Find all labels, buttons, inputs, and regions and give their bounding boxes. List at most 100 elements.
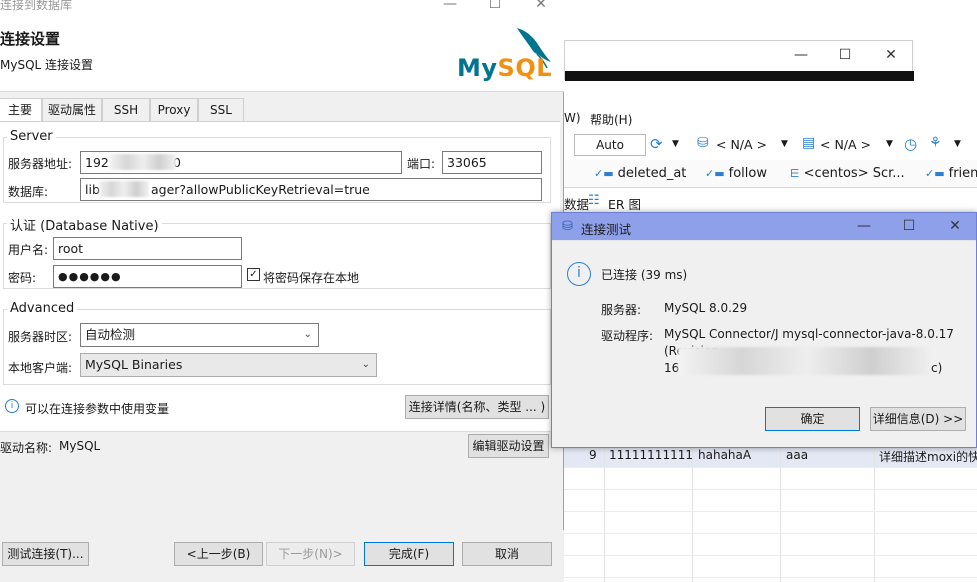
save-password-checkbox[interactable]: ✓: [247, 268, 260, 281]
server-group-title: Server: [7, 129, 56, 144]
mysql-wordmark: MySQL: [457, 54, 553, 82]
password-label: 密码:: [8, 271, 37, 285]
transaction-mode-select[interactable]: Auto: [574, 134, 646, 156]
port-label: 端口:: [407, 157, 436, 171]
redacted-region: [678, 347, 936, 375]
back-button[interactable]: <上一步(B): [174, 542, 263, 566]
tab-data[interactable]: 数据: [564, 194, 589, 213]
connect-database-dialog: 连接到数据库 — ☐ ✕ 连接设置 MySQL 连接设置 MySQL 主要 驱动…: [0, 0, 564, 582]
chevron-down-icon: ⌄: [303, 329, 312, 340]
redacted-region: [110, 154, 176, 170]
tab-proxy[interactable]: Proxy: [150, 98, 198, 121]
database-label: 数据库:: [8, 185, 49, 199]
ok-button[interactable]: 确定: [765, 407, 860, 431]
driver-line-1: MySQL Connector/J mysql-connector-java-8…: [664, 327, 954, 341]
dashboard-icon[interactable]: ◷: [904, 135, 917, 153]
grid-line: [564, 555, 977, 556]
column-header[interactable]: ⋿ <centos> Scr...: [790, 165, 905, 183]
toolbar: Auto ⟳ ▼ ⛁ < N/A > ▼ ▤ < N/A > ▼ ◷ ⚘ ▼: [564, 131, 977, 159]
dark-strip: [565, 71, 914, 81]
column-header[interactable]: ✓▬ deleted_at: [594, 165, 686, 183]
edit-driver-button[interactable]: 编辑驱动设置: [468, 434, 549, 458]
tab-er-diagram[interactable]: ER 图: [608, 194, 641, 213]
driver-label: 驱动程序:: [601, 329, 654, 343]
server-label: 服务器:: [601, 303, 642, 317]
timezone-value: 自动检测: [85, 327, 136, 342]
close-icon[interactable]: ✕: [881, 45, 901, 65]
column-header[interactable]: ✓▬ follow: [705, 165, 767, 183]
tab-ssh[interactable]: SSH: [102, 98, 150, 121]
host-value: 192: [85, 155, 109, 170]
maximize-icon[interactable]: ☐: [485, 0, 505, 14]
finish-button[interactable]: 完成(F): [364, 542, 454, 566]
table-cell[interactable]: 详细描述moxi的快: [879, 448, 977, 465]
info-icon: i: [5, 399, 19, 413]
local-client-label: 本地客户端:: [8, 361, 73, 375]
datasource-select[interactable]: < N/A >: [716, 137, 767, 152]
maximize-icon[interactable]: ☐: [899, 216, 919, 236]
mysql-logo: MySQL: [455, 24, 555, 84]
chevron-down-icon[interactable]: ▼: [954, 139, 961, 149]
grid-line: [564, 511, 977, 512]
driver-name-label: 驱动名称:: [0, 441, 53, 455]
minimize-icon[interactable]: —: [791, 45, 811, 65]
test-connection-button[interactable]: 测试连接(T)...: [2, 542, 89, 566]
menu-item-window[interactable]: W): [564, 111, 581, 125]
chevron-down-icon[interactable]: ▼: [886, 139, 893, 149]
menu-bar: W) 帮助(H): [564, 108, 977, 128]
table-cell[interactable]: aaa: [786, 448, 808, 462]
network-icon[interactable]: ⚘: [929, 135, 942, 151]
tab-ssl[interactable]: SSL: [198, 98, 244, 121]
grid-line: [604, 445, 605, 582]
column-header[interactable]: ✓▬friend: [925, 165, 977, 183]
background-secondary-window: — ☐ ✕: [564, 40, 914, 81]
close-icon[interactable]: ✕: [531, 0, 551, 14]
next-button[interactable]: 下一步(N)>: [266, 542, 355, 566]
password-input[interactable]: ●●●●●●: [53, 265, 242, 288]
history-icon[interactable]: ⟳: [650, 135, 663, 153]
redacted-region: [99, 181, 149, 197]
driver-line-3: 16: [664, 361, 680, 375]
database-input[interactable]: lib ager?allowPublicKeyRetrieval=true: [80, 178, 542, 201]
timezone-select[interactable]: 自动检测 ⌄: [80, 323, 319, 347]
tab-driver-properties[interactable]: 驱动属性: [42, 98, 102, 121]
auth-group-title: 认证 (Database Native): [7, 215, 162, 234]
maximize-icon[interactable]: ☐: [835, 45, 855, 65]
dialog-titlebar: 连接到数据库 — ☐ ✕: [0, 0, 564, 14]
table-cell[interactable]: 11111111111: [609, 448, 693, 462]
local-client-select[interactable]: MySQL Binaries ⌄: [80, 353, 377, 377]
details-button[interactable]: 详细信息(D) >>: [870, 407, 966, 431]
column-icon: ✓▬: [594, 167, 614, 180]
chevron-down-icon[interactable]: ▼: [781, 139, 788, 149]
driver-line-3-tail: c): [931, 361, 943, 375]
grid-line: [564, 489, 977, 490]
database-icon: ⛁: [697, 135, 709, 151]
row-number: 9: [589, 448, 597, 462]
close-icon[interactable]: ✕: [945, 216, 965, 236]
window-title: 连接到数据库: [0, 0, 73, 12]
column-icon: ⋿: [790, 167, 800, 180]
info-icon: i: [567, 262, 591, 286]
result-grid: 9 11111111111 hahahaA aaa 详细描述moxi的快: [564, 445, 977, 582]
port-input[interactable]: 33065: [442, 151, 542, 174]
menu-item-help[interactable]: 帮助(H): [590, 111, 632, 128]
connection-details-button[interactable]: 连接详情(名称、类型 ... ): [405, 395, 549, 419]
table-cell[interactable]: hahahaA: [698, 448, 751, 462]
column-icon: ✓▬: [925, 167, 945, 180]
minimize-icon[interactable]: —: [854, 216, 874, 236]
popup-titlebar: ⛁ 连接测试 — ☐ ✕: [552, 213, 976, 241]
column-icon: ✓▬: [705, 167, 725, 180]
mysql-wordmark-sql: SQL: [497, 54, 553, 82]
popup-title: 连接测试: [581, 222, 632, 237]
tab-main[interactable]: 主要: [0, 98, 42, 122]
timezone-label: 服务器时区:: [8, 330, 73, 344]
minimize-icon[interactable]: —: [440, 0, 460, 14]
username-input[interactable]: root: [53, 237, 242, 260]
host-label: 服务器地址:: [8, 157, 73, 171]
chevron-down-icon[interactable]: ▼: [672, 139, 679, 149]
cancel-button[interactable]: 取消: [462, 542, 552, 566]
database-value: lib: [85, 182, 100, 197]
grid-line: [692, 445, 693, 582]
schema-select[interactable]: < N/A >: [820, 137, 871, 152]
grid-line: [564, 467, 977, 468]
